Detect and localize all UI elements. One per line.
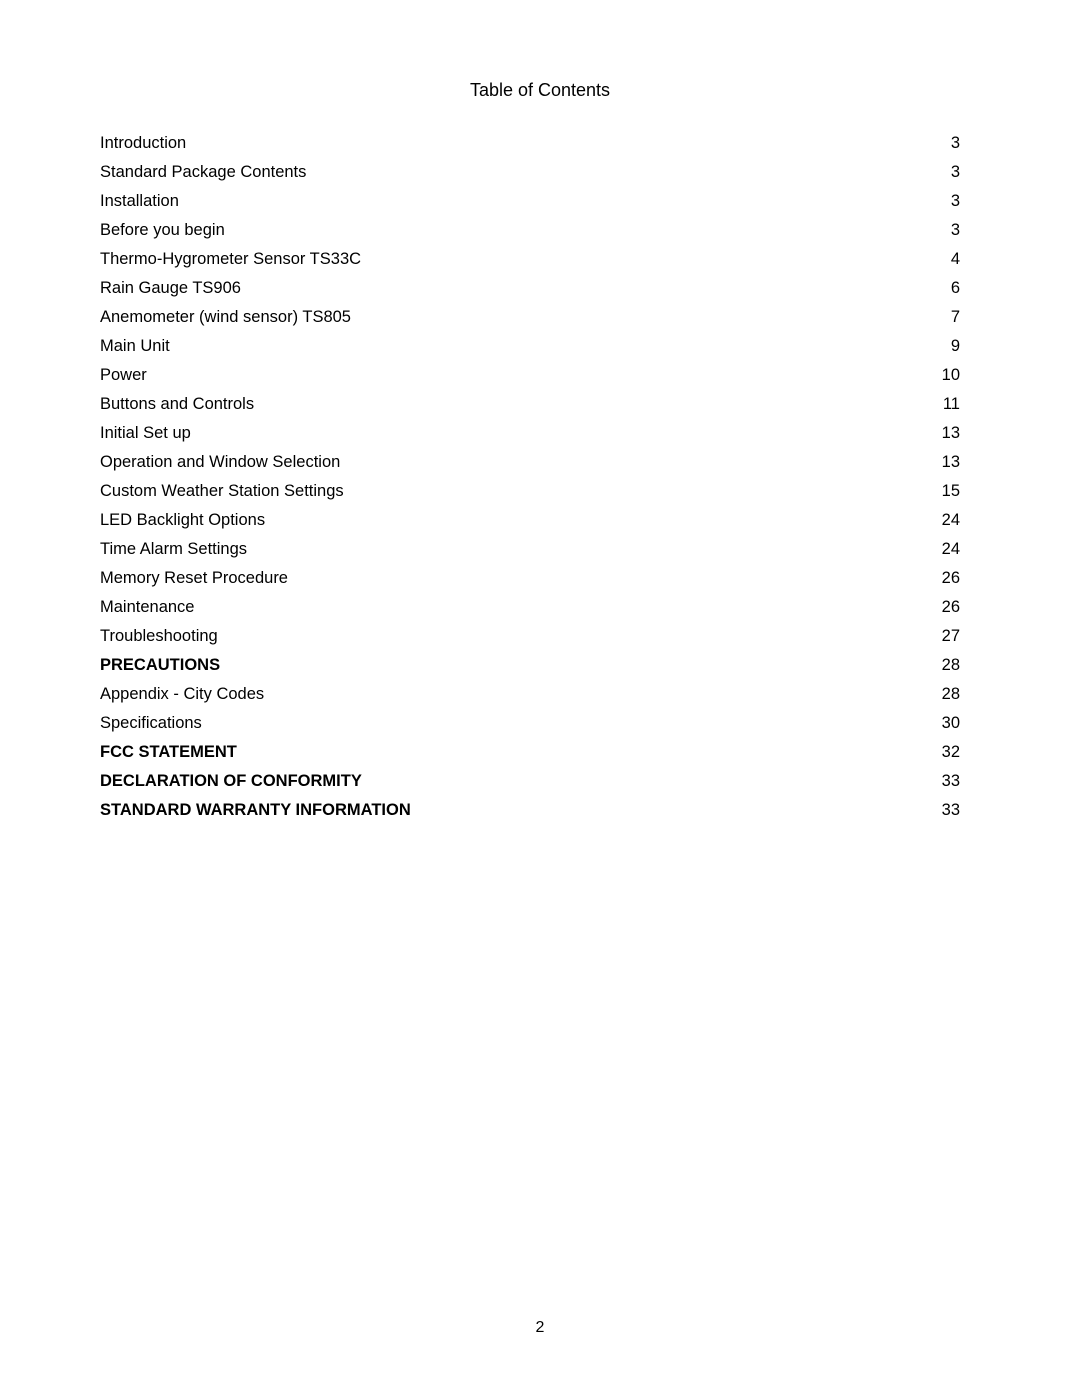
toc-entry-page: 33 — [848, 796, 980, 825]
toc-entry-label: Introduction — [100, 129, 848, 158]
toc-row: Operation and Window Selection13 — [100, 448, 980, 477]
toc-row: DECLARATION OF CONFORMITY33 — [100, 767, 980, 796]
toc-row: Specifications30 — [100, 709, 980, 738]
toc-entry-page: 15 — [848, 477, 980, 506]
toc-entry-page: 13 — [848, 419, 980, 448]
toc-entry-page: 24 — [848, 506, 980, 535]
toc-row: Memory Reset Procedure26 — [100, 564, 980, 593]
toc-row: Introduction3 — [100, 129, 980, 158]
toc-entry-page: 13 — [848, 448, 980, 477]
page-number: 2 — [536, 1319, 545, 1337]
toc-row: Initial Set up13 — [100, 419, 980, 448]
toc-row: Standard Package Contents3 — [100, 158, 980, 187]
toc-entry-label: Time Alarm Settings — [100, 535, 848, 564]
toc-entry-label: Specifications — [100, 709, 848, 738]
toc-entry-label: Main Unit — [100, 332, 848, 361]
toc-entry-page: 3 — [848, 216, 980, 245]
toc-entry-page: 4 — [848, 245, 980, 274]
toc-row: Anemometer (wind sensor) TS8057 — [100, 303, 980, 332]
toc-entry-label: Anemometer (wind sensor) TS805 — [100, 303, 848, 332]
toc-entry-label: Thermo-Hygrometer Sensor TS33C — [100, 245, 848, 274]
toc-entry-page: 6 — [848, 274, 980, 303]
toc-entry-page: 27 — [848, 622, 980, 651]
toc-row: Time Alarm Settings24 — [100, 535, 980, 564]
toc-row: FCC STATEMENT32 — [100, 738, 980, 767]
toc-entry-page: 33 — [848, 767, 980, 796]
toc-entry-page: 3 — [848, 129, 980, 158]
toc-entry-page: 28 — [848, 680, 980, 709]
toc-entry-page: 9 — [848, 332, 980, 361]
toc-entry-page: 30 — [848, 709, 980, 738]
toc-entry-page: 28 — [848, 651, 980, 680]
toc-entry-label: Before you begin — [100, 216, 848, 245]
toc-entry-page: 11 — [848, 390, 980, 419]
toc-row: Main Unit9 — [100, 332, 980, 361]
toc-table: Introduction3Standard Package Contents3I… — [100, 129, 980, 825]
toc-row: Rain Gauge TS9066 — [100, 274, 980, 303]
toc-row: Custom Weather Station Settings15 — [100, 477, 980, 506]
toc-entry-page: 3 — [848, 187, 980, 216]
toc-entry-label: Operation and Window Selection — [100, 448, 848, 477]
toc-entry-label: Memory Reset Procedure — [100, 564, 848, 593]
toc-entry-page: 10 — [848, 361, 980, 390]
toc-row: STANDARD WARRANTY INFORMATION33 — [100, 796, 980, 825]
toc-row: PRECAUTIONS28 — [100, 651, 980, 680]
toc-entry-page: 3 — [848, 158, 980, 187]
toc-row: Buttons and Controls11 — [100, 390, 980, 419]
toc-entry-label: Power — [100, 361, 848, 390]
toc-entry-label: LED Backlight Options — [100, 506, 848, 535]
toc-entry-page: 7 — [848, 303, 980, 332]
toc-entry-label: Appendix - City Codes — [100, 680, 848, 709]
toc-entry-label: Troubleshooting — [100, 622, 848, 651]
toc-row: LED Backlight Options24 — [100, 506, 980, 535]
toc-row: Troubleshooting27 — [100, 622, 980, 651]
toc-row: Thermo-Hygrometer Sensor TS33C4 — [100, 245, 980, 274]
toc-row: Installation3 — [100, 187, 980, 216]
toc-row: Before you begin3 — [100, 216, 980, 245]
page-container: Table of Contents Introduction3Standard … — [0, 0, 1080, 1397]
toc-title: Table of Contents — [100, 80, 980, 101]
toc-entry-page: 26 — [848, 564, 980, 593]
toc-entry-label: Initial Set up — [100, 419, 848, 448]
toc-entry-label: STANDARD WARRANTY INFORMATION — [100, 796, 848, 825]
toc-entry-page: 32 — [848, 738, 980, 767]
toc-entry-label: FCC STATEMENT — [100, 738, 848, 767]
toc-entry-label: PRECAUTIONS — [100, 651, 848, 680]
toc-entry-label: Maintenance — [100, 593, 848, 622]
toc-entry-label: Buttons and Controls — [100, 390, 848, 419]
toc-entry-label: Standard Package Contents — [100, 158, 848, 187]
toc-entry-label: Custom Weather Station Settings — [100, 477, 848, 506]
toc-row: Appendix - City Codes28 — [100, 680, 980, 709]
toc-row: Maintenance26 — [100, 593, 980, 622]
toc-entry-page: 26 — [848, 593, 980, 622]
toc-entry-label: Installation — [100, 187, 848, 216]
toc-entry-label: Rain Gauge TS906 — [100, 274, 848, 303]
toc-entry-label: DECLARATION OF CONFORMITY — [100, 767, 848, 796]
toc-entry-page: 24 — [848, 535, 980, 564]
toc-row: Power10 — [100, 361, 980, 390]
